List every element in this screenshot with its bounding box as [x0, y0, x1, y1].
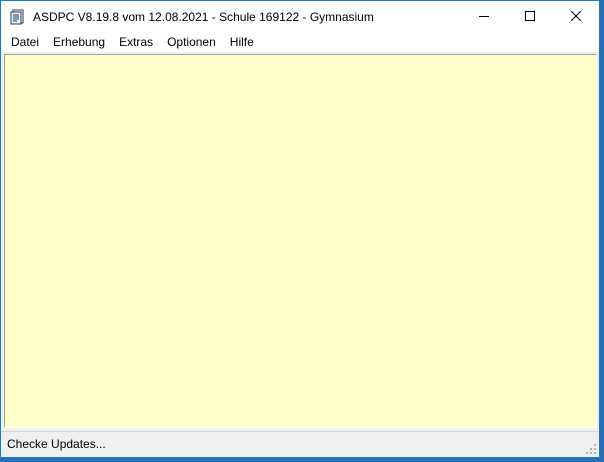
menu-extras[interactable]: Extras: [112, 32, 160, 52]
minimize-icon: [479, 10, 489, 24]
window-title: ASDPC V8.19.8 vom 12.08.2021 - Schule 16…: [33, 10, 374, 24]
status-text: Checke Updates...: [7, 437, 106, 451]
menu-bar: Datei Erhebung Extras Optionen Hilfe: [1, 32, 599, 52]
minimize-button[interactable]: [461, 1, 507, 32]
maximize-icon: [525, 10, 535, 24]
menu-datei[interactable]: Datei: [4, 32, 46, 52]
status-bar: Checke Updates...: [1, 431, 599, 457]
app-window: ASDPC V8.19.8 vom 12.08.2021 - Schule 16…: [0, 0, 600, 458]
app-document-icon[interactable]: [10, 9, 26, 25]
maximize-button[interactable]: [507, 1, 553, 32]
resize-grip-icon[interactable]: [585, 443, 597, 455]
title-bar[interactable]: ASDPC V8.19.8 vom 12.08.2021 - Schule 16…: [1, 1, 599, 32]
close-icon: [570, 10, 582, 24]
menu-hilfe[interactable]: Hilfe: [223, 32, 261, 52]
main-client-area[interactable]: [4, 54, 597, 428]
close-button[interactable]: [553, 1, 599, 32]
menu-erhebung[interactable]: Erhebung: [46, 32, 112, 52]
menu-optionen[interactable]: Optionen: [160, 32, 223, 52]
